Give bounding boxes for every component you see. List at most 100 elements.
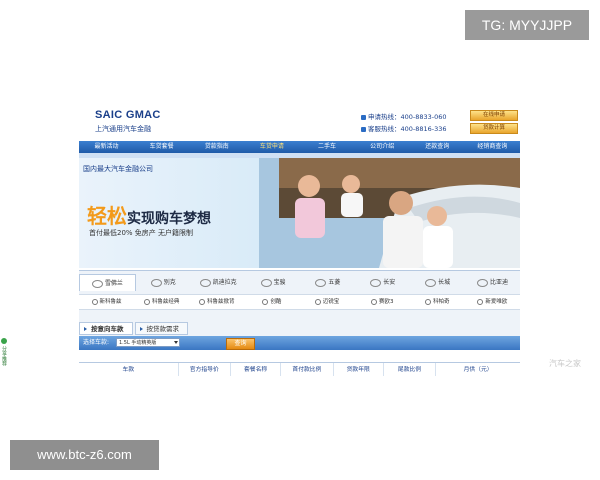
brand-tab-cadillac[interactable]: 凯迪拉克 [191, 274, 246, 291]
nav-item-company[interactable]: 公司介绍 [355, 141, 410, 153]
nav-item-repayment[interactable]: 还款查询 [410, 141, 465, 153]
share-side-badge[interactable]: 分享推荐 [1, 338, 8, 374]
radio-icon[interactable] [199, 298, 206, 305]
share-label: 分享推荐 [1, 346, 7, 366]
banner-tagline: 国内最大汽车金融公司 [83, 165, 153, 173]
model-label: 迈锐宝 [322, 299, 340, 305]
share-icon [1, 338, 7, 344]
search-label: 选择车款: [83, 339, 110, 346]
model-label: 赛欧3 [378, 299, 394, 305]
model-search-bar: 选择车款: 1.5L 手动精英版 查询 [79, 336, 520, 350]
slogan-highlight: 轻松 [87, 204, 127, 228]
hotline-apply-number: 400-8833-060 [400, 113, 447, 121]
slogan-rest: 实现购车梦想 [127, 211, 211, 227]
model-select[interactable]: 1.5L 手动精英版 [116, 338, 180, 347]
buick-logo-icon [150, 278, 162, 287]
radio-icon[interactable] [262, 298, 269, 305]
hotline-apply-label: 申请热线： [368, 113, 401, 121]
radio-icon[interactable] [425, 298, 432, 305]
hotline-service-number: 400-8816-336 [400, 125, 447, 133]
watermark-top: TG: MYYJJPP [465, 10, 589, 40]
online-apply-button[interactable]: 在线申请 [470, 110, 518, 121]
phone-icon [361, 114, 366, 120]
model-option[interactable]: 科帕奇 [410, 295, 465, 309]
logo-english[interactable]: SAIC GMAC [95, 109, 161, 121]
model-option[interactable]: 新爱唯欧 [465, 295, 520, 309]
model-label: 新科鲁兹 [99, 299, 122, 305]
model-option[interactable]: 创酷 [244, 295, 299, 309]
hero-banner[interactable]: 国内最大汽车金融公司 轻松实现购车梦想 首付最低20% 免房产 无户籍限制 [79, 158, 520, 268]
radio-icon[interactable] [314, 298, 321, 305]
loan-table-header: 车款 官方指导价 套餐名称 首付款比例 贷款年限 尾款比例 月供（元） [79, 362, 520, 376]
radio-icon[interactable] [370, 298, 377, 305]
query-button[interactable]: 查询 [226, 338, 255, 350]
nav-item-dealer[interactable]: 经销商查询 [465, 141, 520, 153]
nav-item-latest[interactable]: 最新活动 [79, 141, 134, 153]
nav-item-apply[interactable]: 车贷申请 [244, 141, 299, 153]
loan-calculator-button[interactable]: 贷款计算 [470, 123, 518, 134]
car-filter-panel: 雪佛兰 别克 凯迪拉克 宝骏 五菱 长安 长城 比亚迪 新科鲁兹 科鲁兹经典 科… [79, 270, 520, 345]
tab-label: 按意向车款 [91, 325, 124, 333]
tab-label: 按贷款需求 [146, 325, 180, 333]
brand-tab-wuling[interactable]: 五菱 [301, 274, 356, 291]
website-frame: SAIC GMAC 上汽通用汽车金融 申请热线：400-8833-060 客服热… [79, 104, 520, 376]
logo-chinese: 上汽通用汽车金融 [95, 125, 151, 133]
brand-label: 比亚迪 [490, 279, 509, 286]
tab-by-loan-need[interactable]: 按贷款需求 [134, 322, 188, 335]
caret-right-icon [84, 327, 87, 331]
banner-subline: 首付最低20% 免房产 无户籍限制 [89, 229, 194, 237]
model-label: 科鲁兹经典 [151, 299, 180, 305]
nav-item-packages[interactable]: 车贷套餐 [134, 141, 189, 153]
radio-icon[interactable] [477, 298, 484, 305]
model-label: 创酷 [270, 299, 282, 305]
model-label: 新爱唯欧 [485, 299, 508, 305]
brand-tab-changan[interactable]: 长安 [355, 274, 410, 291]
th-package: 套餐名称 [231, 363, 282, 376]
hotline-apply: 申请热线：400-8833-060 [361, 111, 447, 121]
banner-slogan: 轻松实现购车梦想 [87, 200, 211, 229]
brand-label: 别克 [163, 279, 176, 286]
chevrolet-logo-icon [91, 279, 103, 288]
model-option[interactable]: 迈锐宝 [300, 295, 355, 309]
brand-tab-baojun[interactable]: 宝骏 [246, 274, 301, 291]
search-mode-tabs: 按意向车款 按贷款需求 [79, 322, 520, 335]
baojun-logo-icon [260, 278, 272, 287]
greatwall-logo-icon [425, 278, 437, 287]
cadillac-logo-icon [199, 278, 211, 287]
hotline-service: 客服热线：400-8816-336 [361, 123, 447, 133]
model-option[interactable]: 新科鲁兹 [79, 295, 134, 309]
site-header: SAIC GMAC 上汽通用汽车金融 申请热线：400-8833-060 客服热… [79, 104, 520, 140]
brand-tab-byd[interactable]: 比亚迪 [465, 274, 520, 291]
radio-icon[interactable] [91, 298, 98, 305]
byd-logo-icon [477, 278, 489, 287]
main-nav: 最新活动 车贷套餐 贷款指南 车贷申请 二手车 公司介绍 还款查询 经销商查询 [79, 141, 520, 153]
wuling-logo-icon [315, 278, 327, 287]
model-label: 科帕奇 [433, 299, 450, 305]
changan-logo-icon [370, 278, 382, 287]
brand-label: 雪佛兰 [104, 280, 123, 287]
th-balloon: 尾款比例 [384, 363, 437, 376]
model-select-value: 1.5L 手动精英版 [119, 340, 157, 346]
brand-label: 长城 [438, 279, 451, 286]
brand-label: 五菱 [328, 279, 341, 286]
model-option[interactable]: 科鲁兹掀背 [189, 295, 244, 309]
watermark-bottom: www.btc-z6.com [10, 440, 159, 470]
th-model: 车款 [79, 363, 179, 376]
brand-tabs: 雪佛兰 别克 凯迪拉克 宝骏 五菱 长安 长城 比亚迪 [79, 274, 520, 291]
brand-label: 长安 [383, 279, 396, 286]
nav-item-used-car[interactable]: 二手车 [300, 141, 355, 153]
nav-item-guide[interactable]: 贷款指南 [189, 141, 244, 153]
th-monthly: 月供（元） [463, 367, 493, 373]
caret-right-icon [139, 327, 143, 331]
th-term: 贷款年限 [334, 363, 384, 376]
tab-by-model[interactable]: 按意向车款 [79, 322, 133, 335]
brand-tab-greatwall[interactable]: 长城 [410, 274, 465, 291]
brand-label: 宝骏 [273, 279, 286, 286]
model-option[interactable]: 科鲁兹经典 [134, 295, 189, 309]
model-label: 科鲁兹掀背 [207, 299, 235, 305]
model-option[interactable]: 赛欧3 [355, 295, 410, 309]
brand-tab-buick[interactable]: 别克 [136, 274, 191, 291]
brand-tab-chevrolet[interactable]: 雪佛兰 [79, 274, 136, 291]
chevron-down-icon [174, 341, 178, 344]
radio-icon[interactable] [143, 298, 150, 305]
